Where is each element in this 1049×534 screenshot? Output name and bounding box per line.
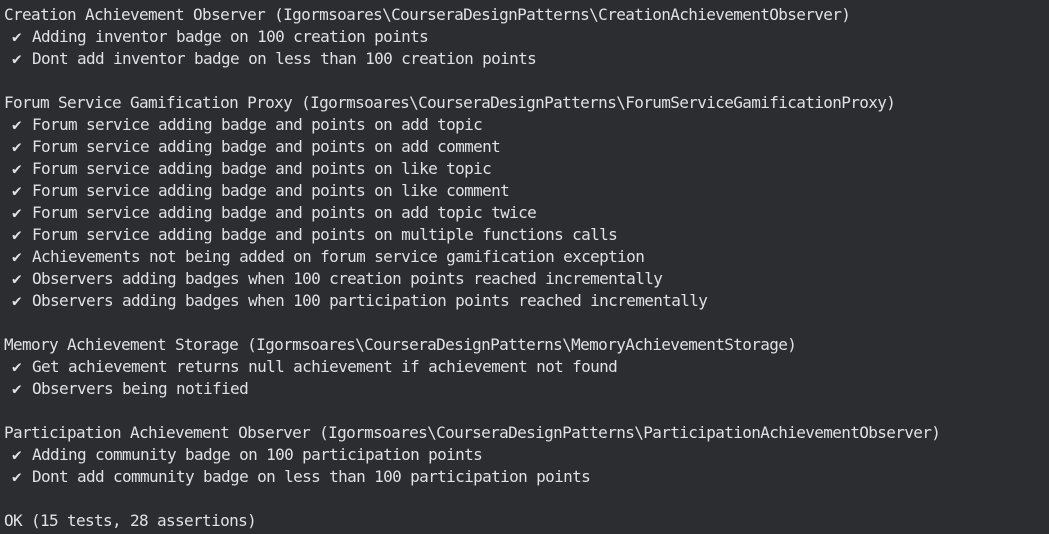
test-result: ✔ Get achievement returns null achievemen…	[0, 356, 1049, 378]
test-result: ✔ Forum service adding badge and points o…	[0, 224, 1049, 246]
test-result: ✔ Forum service adding badge and points o…	[0, 136, 1049, 158]
test-result: ✔ Adding inventor badge on 100 creation p…	[0, 26, 1049, 48]
test-result: ✔ Observers being notified	[0, 378, 1049, 400]
test-result: ✔ Forum service adding badge and points o…	[0, 158, 1049, 180]
suite-header: Forum Service Gamification Proxy (Igorms…	[4, 93, 896, 112]
test-name: Observers being notified	[32, 379, 249, 398]
check-icon: ✔	[12, 467, 22, 486]
test-name: Adding inventor badge on 100 creation po…	[32, 27, 429, 46]
test-name: Forum service adding badge and points on…	[32, 159, 492, 178]
test-name: Achievements not being added on forum se…	[32, 247, 645, 266]
test-name: Observers adding badges when 100 creatio…	[32, 269, 663, 288]
test-name: Dont add community badge on less than 10…	[32, 467, 591, 486]
check-icon: ✔	[12, 203, 22, 222]
check-icon: ✔	[12, 445, 22, 464]
test-summary: OK (15 tests, 28 assertions)	[4, 511, 257, 530]
suite-header: Participation Achievement Observer (Igor…	[4, 423, 941, 442]
test-name: Forum service adding badge and points on…	[32, 203, 537, 222]
test-name: Forum service adding badge and points on…	[32, 115, 483, 134]
test-result: ✔ Dont add community badge on less than 1…	[0, 466, 1049, 488]
test-result: ✔ Forum service adding badge and points o…	[0, 202, 1049, 224]
test-result: ✔ Observers adding badges when 100 creati…	[0, 268, 1049, 290]
check-icon: ✔	[12, 137, 22, 156]
test-name: Dont add inventor badge on less than 100…	[32, 49, 537, 68]
check-icon: ✔	[12, 27, 22, 46]
check-icon: ✔	[12, 49, 22, 68]
test-result: ✔ Dont add inventor badge on less than 10…	[0, 48, 1049, 70]
suite-header: Creation Achievement Observer (Igormsoar…	[4, 5, 851, 24]
test-name: Forum service adding badge and points on…	[32, 225, 618, 244]
terminal-output: Creation Achievement Observer (Igormsoar…	[0, 0, 1049, 534]
test-name: Forum service adding badge and points on…	[32, 181, 510, 200]
test-name: Observers adding badges when 100 partici…	[32, 291, 708, 310]
test-result: ✔ Forum service adding badge and points o…	[0, 114, 1049, 136]
check-icon: ✔	[12, 181, 22, 200]
check-icon: ✔	[12, 357, 22, 376]
check-icon: ✔	[12, 115, 22, 134]
test-result: ✔ Achievements not being added on forum s…	[0, 246, 1049, 268]
test-name: Forum service adding badge and points on…	[32, 137, 501, 156]
test-result: ✔ Adding community badge on 100 participa…	[0, 444, 1049, 466]
check-icon: ✔	[12, 225, 22, 244]
check-icon: ✔	[12, 269, 22, 288]
check-icon: ✔	[12, 247, 22, 266]
check-icon: ✔	[12, 379, 22, 398]
test-name: Adding community badge on 100 participat…	[32, 445, 483, 464]
test-result: ✔ Observers adding badges when 100 partic…	[0, 290, 1049, 312]
test-name: Get achievement returns null achievement…	[32, 357, 618, 376]
suite-header: Memory Achievement Storage (Igormsoares\…	[4, 335, 797, 354]
check-icon: ✔	[12, 291, 22, 310]
check-icon: ✔	[12, 159, 22, 178]
test-result: ✔ Forum service adding badge and points o…	[0, 180, 1049, 202]
